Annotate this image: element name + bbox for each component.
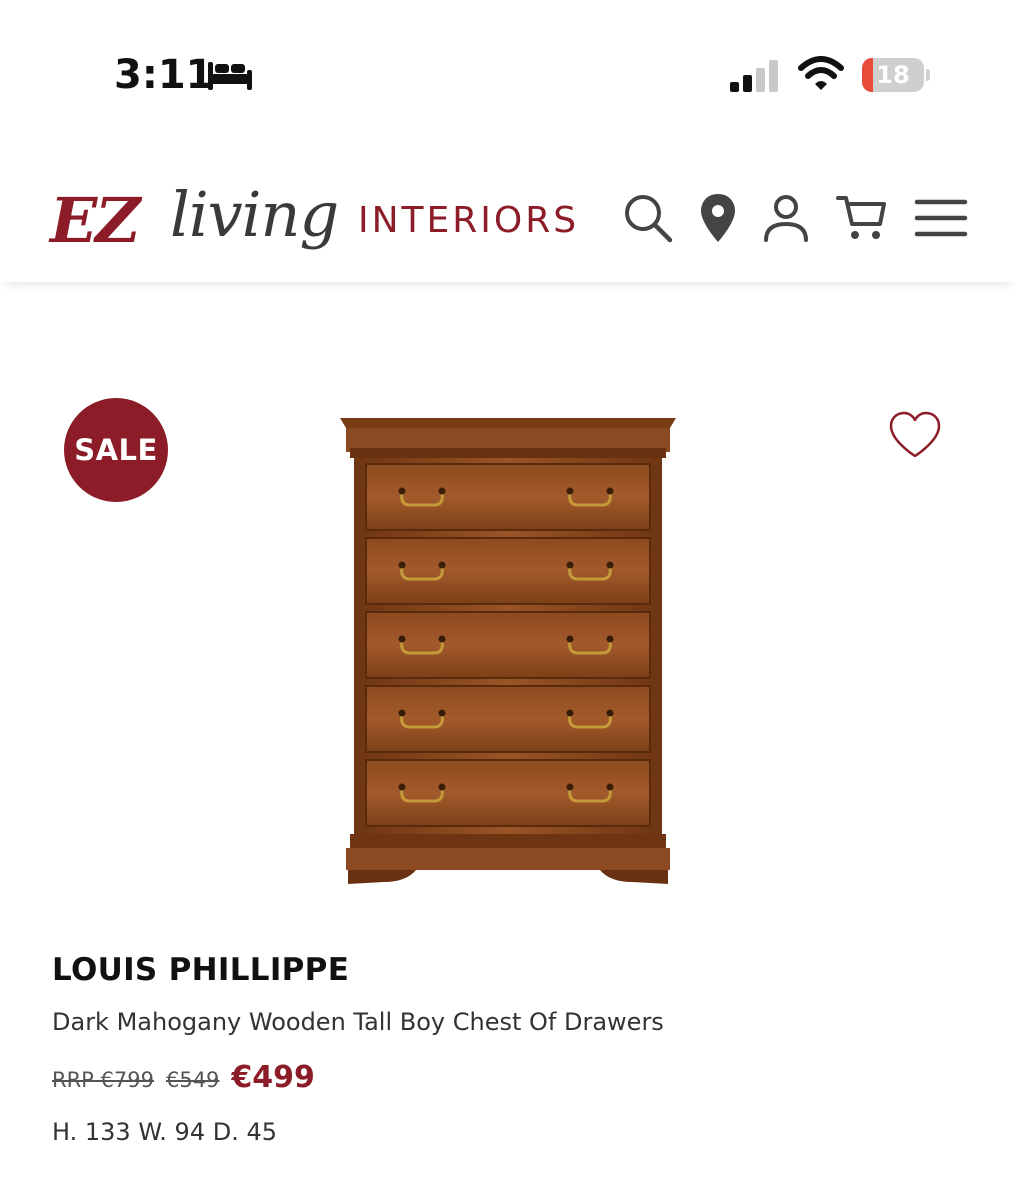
- handle-boss: [438, 709, 446, 717]
- handle-boss: [566, 783, 574, 791]
- price-now: €499: [231, 1060, 315, 1095]
- location-icon[interactable]: [690, 190, 746, 246]
- drawer: [365, 463, 651, 531]
- handle-boss: [398, 635, 406, 643]
- handle-boss: [398, 783, 406, 791]
- drawer: [365, 759, 651, 827]
- search-icon[interactable]: [620, 190, 676, 246]
- handle-boss: [398, 487, 406, 495]
- battery-icon: 18: [862, 58, 930, 92]
- price-was: €549: [165, 1068, 220, 1092]
- drawer: [365, 537, 651, 605]
- menu-icon[interactable]: [912, 190, 968, 246]
- handle-boss: [398, 561, 406, 569]
- handle-boss: [606, 487, 614, 495]
- product-description[interactable]: Dark Mahogany Wooden Tall Boy Chest Of D…: [52, 1008, 664, 1036]
- bed-icon: [208, 62, 252, 90]
- cart-icon[interactable]: [834, 190, 890, 246]
- product-dimensions: H. 133 W. 94 D. 45: [52, 1118, 277, 1146]
- handle-boss: [398, 709, 406, 717]
- handle-boss: [566, 561, 574, 569]
- user-icon[interactable]: [758, 190, 814, 246]
- handle-boss: [438, 487, 446, 495]
- drawer: [365, 611, 651, 679]
- product-brand[interactable]: LOUIS PHILLIPPE: [52, 952, 349, 988]
- chest-of-drawers-image[interactable]: [336, 412, 680, 890]
- handle-boss: [606, 561, 614, 569]
- handle-boss: [438, 783, 446, 791]
- signal-icon: [730, 60, 778, 92]
- logo-ez: EZ: [50, 184, 141, 257]
- price-row: RRP €799 €549 €499: [52, 1060, 315, 1100]
- handle-boss: [606, 709, 614, 717]
- price-rrp: RRP €799: [52, 1068, 154, 1092]
- status-time: 3:11: [114, 52, 214, 98]
- heart-outline-icon[interactable]: [886, 408, 944, 462]
- wifi-icon: [798, 56, 844, 90]
- handle-boss: [566, 709, 574, 717]
- site-logo[interactable]: EZ living INTERIORS: [50, 176, 610, 266]
- logo-living: living: [170, 178, 339, 251]
- drawer: [365, 685, 651, 753]
- handle-boss: [438, 635, 446, 643]
- handle-boss: [566, 487, 574, 495]
- handle-boss: [438, 561, 446, 569]
- handle-boss: [566, 635, 574, 643]
- status-bar: 3:11 18: [0, 0, 1017, 140]
- site-header: EZ living INTERIORS: [0, 140, 1017, 282]
- handle-boss: [606, 783, 614, 791]
- logo-interiors: INTERIORS: [358, 200, 580, 241]
- sale-badge: SALE: [64, 398, 168, 502]
- battery-level: 18: [876, 61, 910, 89]
- handle-boss: [606, 635, 614, 643]
